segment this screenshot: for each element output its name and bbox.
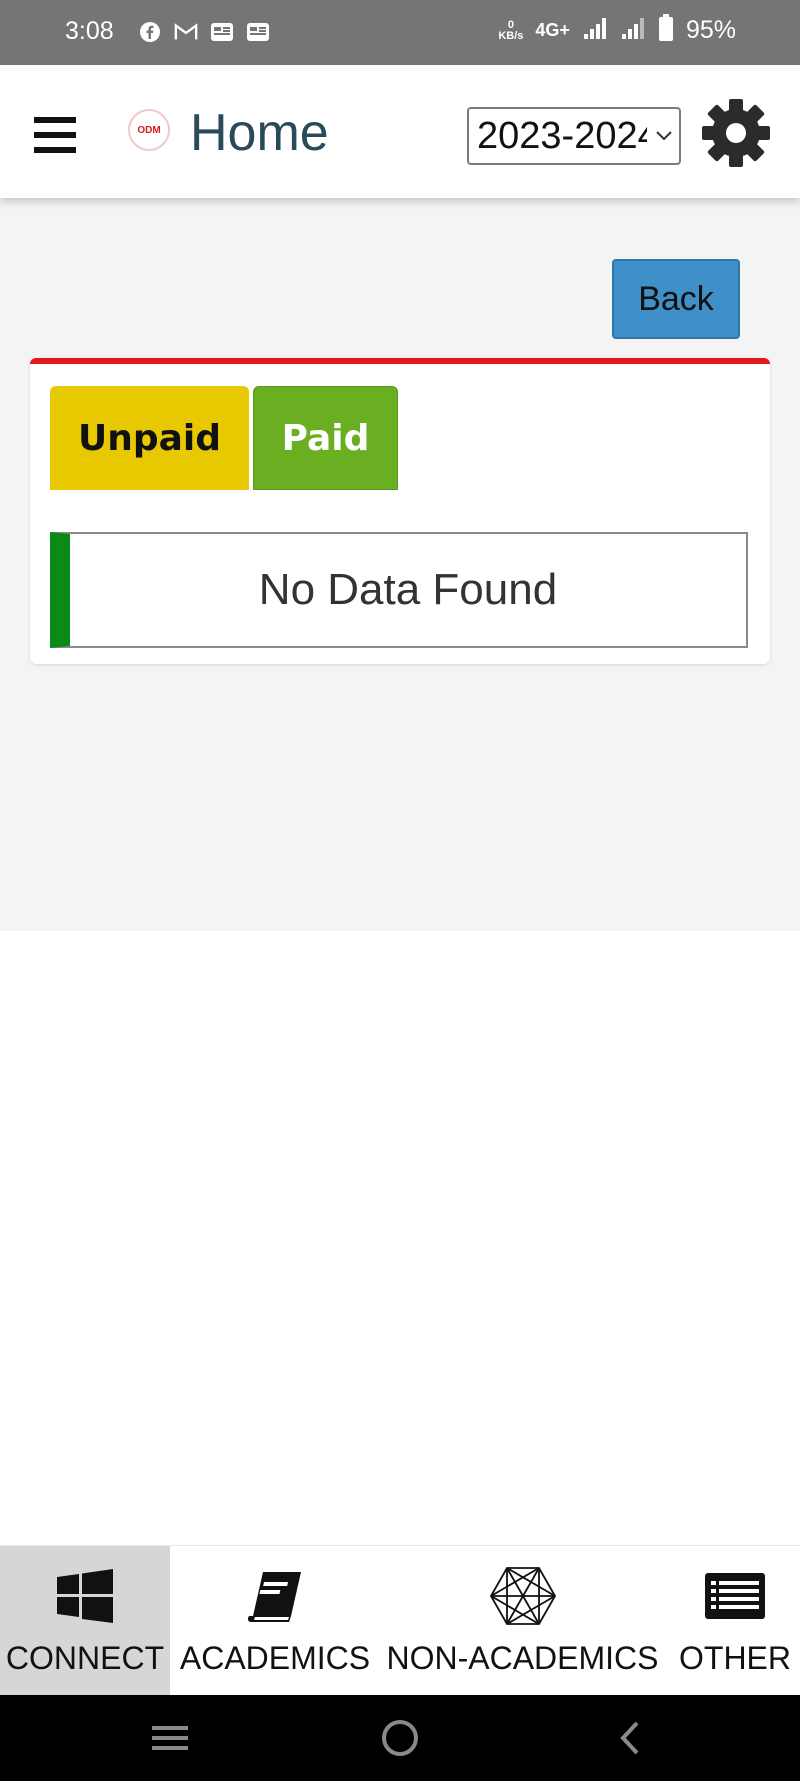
- fee-tabs: Unpaid Paid: [50, 386, 398, 490]
- nav-item-other[interactable]: OTHER: [670, 1546, 800, 1696]
- signal-icon: [582, 16, 608, 45]
- net-speed-unit: KB/s: [498, 29, 524, 42]
- list-icon: [704, 1566, 766, 1626]
- tab-unpaid[interactable]: Unpaid: [50, 386, 249, 490]
- polygon-icon: [489, 1566, 556, 1626]
- status-time: 3:08: [65, 17, 114, 45]
- network-type: 4G+: [535, 20, 570, 40]
- back-nav-button[interactable]: [580, 1695, 680, 1781]
- year-select[interactable]: 2023-2024: [467, 107, 681, 165]
- home-button[interactable]: [350, 1695, 450, 1781]
- status-right: 0 KB/s 4G+ 95%: [498, 14, 736, 47]
- notification-icons: [138, 20, 270, 44]
- news-icon: [246, 20, 270, 44]
- bottom-nav: CONNECT ACADEMICS NON-ACADEMICS OTHER: [0, 1545, 800, 1696]
- news-icon: [210, 20, 234, 44]
- empty-message: No Data Found: [258, 565, 558, 614]
- chevron-down-icon: [655, 127, 673, 146]
- battery-percent: 95%: [685, 16, 736, 44]
- back-button[interactable]: Back: [612, 259, 740, 339]
- home-icon: [382, 1720, 418, 1756]
- main-area: Back Unpaid Paid No Data Found: [0, 198, 800, 931]
- battery-icon: [658, 14, 674, 47]
- menu-button[interactable]: [34, 117, 76, 157]
- nav-label-non-academics: NON-ACADEMICS: [386, 1640, 659, 1676]
- year-value: 2023-2024: [477, 114, 647, 157]
- hamburger-icon: [34, 117, 76, 123]
- facebook-icon: [138, 20, 162, 44]
- nav-item-connect[interactable]: CONNECT: [0, 1546, 170, 1696]
- settings-button[interactable]: [700, 97, 772, 169]
- net-speed: 0 KB/s: [498, 18, 524, 42]
- empty-state: No Data Found: [50, 532, 748, 648]
- fees-card: Unpaid Paid No Data Found: [30, 358, 770, 664]
- book-icon: [245, 1566, 305, 1626]
- nav-item-non-academics[interactable]: NON-ACADEMICS: [385, 1546, 660, 1696]
- nav-item-academics[interactable]: ACADEMICS: [175, 1546, 375, 1696]
- school-logo: ODM: [128, 109, 170, 151]
- signal-icon: [620, 16, 646, 45]
- windows-icon: [57, 1566, 113, 1626]
- page-title: Home: [190, 104, 329, 162]
- net-speed-value: 0: [507, 18, 514, 31]
- status-bar: 3:08 0 KB/s 4G+ 95%: [0, 0, 800, 65]
- logo-text: ODM: [137, 124, 161, 136]
- nav-label-other: OTHER: [679, 1640, 791, 1676]
- recents-icon: [152, 1726, 188, 1750]
- app-header: ODM Home 2023-2024: [0, 65, 800, 198]
- gmail-icon: [174, 20, 198, 44]
- nav-label-academics: ACADEMICS: [179, 1640, 371, 1676]
- system-nav: [0, 1695, 800, 1781]
- nav-label-connect: CONNECT: [5, 1640, 165, 1676]
- recents-button[interactable]: [120, 1695, 220, 1781]
- gear-icon: [702, 99, 770, 167]
- back-icon: [620, 1721, 639, 1755]
- tab-paid[interactable]: Paid: [253, 386, 398, 490]
